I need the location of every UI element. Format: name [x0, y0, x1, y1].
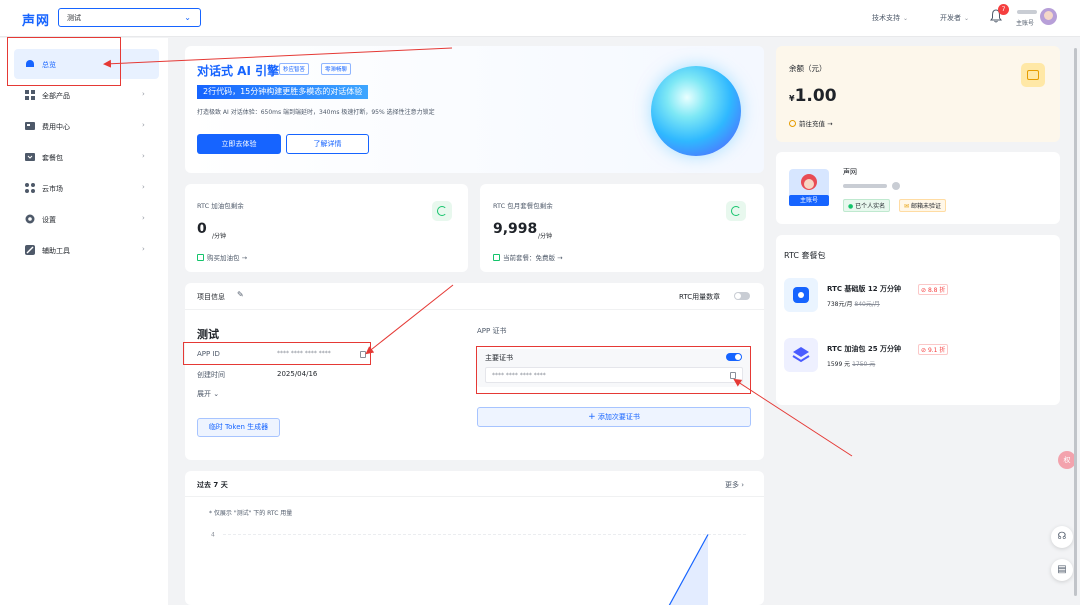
annotation-arrow [365, 284, 454, 355]
annotation-arrow [103, 47, 453, 68]
annotation-arrows [103, 47, 853, 457]
annotation-arrow [733, 378, 853, 457]
